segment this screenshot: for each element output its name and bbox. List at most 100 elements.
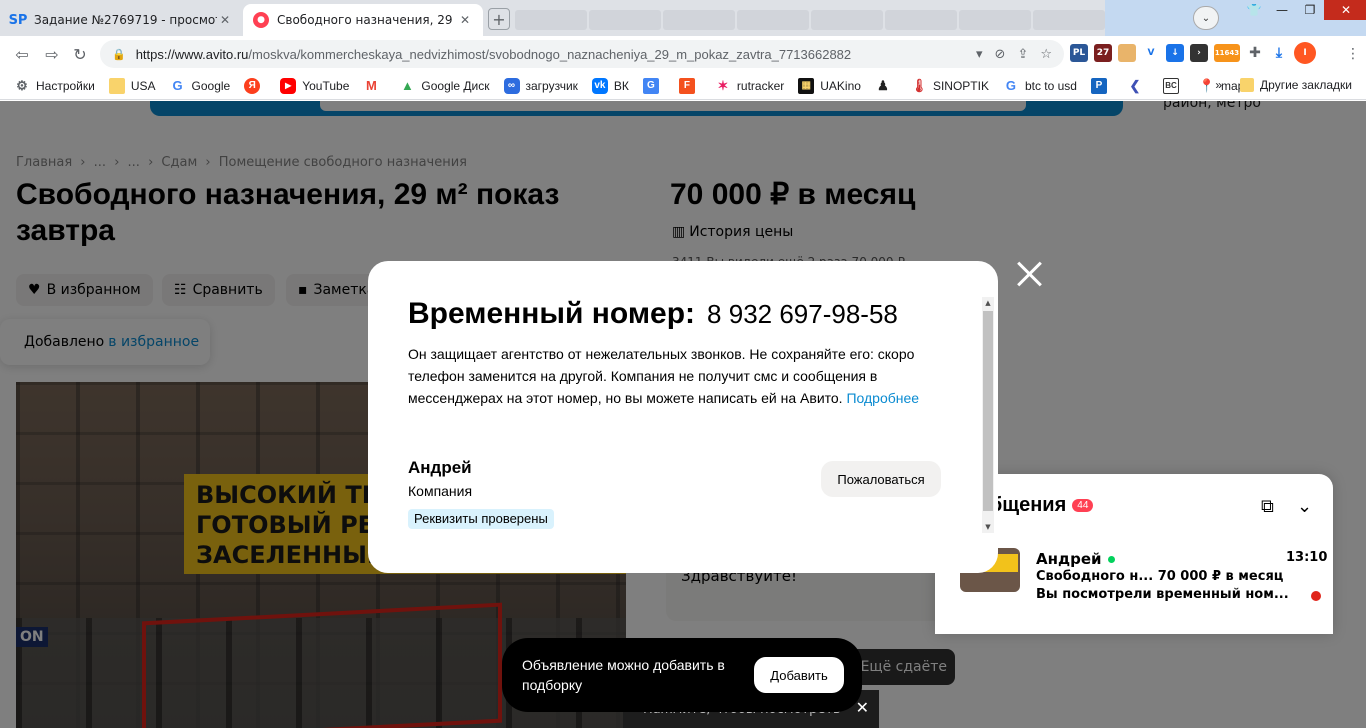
avito-favicon-icon: ● (253, 12, 269, 28)
unread-dot (1311, 591, 1321, 601)
bookmark-label: Google (191, 78, 231, 93)
scroll-down-icon[interactable]: ▼ (982, 521, 994, 533)
unread-count-badge: 44 (1072, 499, 1094, 512)
background-tabs[interactable] (515, 4, 1105, 36)
chat-time: 13:10 (1286, 550, 1328, 565)
bookmark-rutracker[interactable]: ✶ rutracker (715, 78, 784, 94)
menu-kebab-icon[interactable]: ⋮ (1346, 46, 1360, 62)
close-modal-icon[interactable] (1014, 258, 1046, 290)
bookmark-btc[interactable]: Gbtc to usd (1003, 78, 1077, 94)
folder-icon (108, 77, 125, 94)
bookmark-p[interactable]: P (1090, 77, 1113, 94)
online-status-dot (1107, 555, 1115, 563)
bookmark-chess[interactable]: ♟ (875, 78, 897, 94)
other-bookmarks-label: Другие закладки (1260, 78, 1352, 92)
more-info-link[interactable]: Подробнее (846, 390, 919, 406)
p-icon: P (1090, 77, 1107, 94)
maximize-button[interactable]: ❐ (1296, 0, 1324, 20)
terminal-extension-icon[interactable]: › (1190, 44, 1208, 62)
bookmark-google[interactable]: G Google (170, 78, 231, 94)
contact-name-text: Андрей (1036, 550, 1102, 568)
url-text[interactable]: https://www.avito.ru/moskva/kommercheska… (136, 47, 976, 62)
chevron-down-icon[interactable]: ⌄ (1297, 496, 1312, 517)
v-extension-icon[interactable]: V (1142, 44, 1160, 62)
bookmark-translate[interactable]: G (642, 77, 665, 94)
downloads-icon[interactable]: ⤓ (1270, 44, 1288, 62)
collection-toast: Объявление можно добавить в подборку Доб… (502, 638, 862, 712)
bookmark-settings[interactable]: ⚙ Настройки (14, 78, 95, 94)
bitcoin-extension-icon[interactable]: 11643 (1214, 44, 1240, 62)
url-host: https://www.avito.ru (135, 46, 249, 62)
bookmark-uakino[interactable]: ▦ UAKino (798, 77, 861, 94)
lock-icon[interactable]: 🔒 (112, 48, 126, 61)
seller-name[interactable]: Андрей (408, 458, 472, 478)
verified-badge: Реквизиты проверены (408, 509, 554, 529)
tab-task[interactable]: SP Задание №2769719 - просмотр за ✕ (0, 4, 243, 36)
add-to-collection-button[interactable]: Добавить (754, 657, 844, 693)
blocked-icon[interactable]: ⊘ (995, 47, 1006, 62)
face-extension-icon[interactable] (1118, 44, 1136, 62)
bookmark-f[interactable]: F (678, 77, 701, 94)
f-icon: F (678, 77, 695, 94)
maps-icon: 📍 (1198, 77, 1216, 93)
reload-icon[interactable]: ↻ (70, 44, 90, 64)
temporary-phone-number[interactable]: 8 932 697-98-58 (707, 299, 898, 330)
close-tab-icon[interactable]: ✕ (217, 13, 233, 27)
close-window-button[interactable]: ✕ (1324, 0, 1366, 20)
bookmark-youtube[interactable]: ▶ YouTube (280, 77, 349, 94)
bookmark-drive[interactable]: ▲ Google Диск (399, 78, 490, 94)
star-icon[interactable]: ☆ (1040, 47, 1052, 62)
chat-contact-name[interactable]: Андрей (1036, 550, 1115, 568)
modal-description: Он защищает агентство от нежелательных з… (408, 343, 938, 409)
bookmark-arrow[interactable]: ❮ (1127, 78, 1149, 94)
chat-last-message[interactable]: Вы посмотрели временный ном... (1036, 587, 1289, 602)
chat-listing-summary[interactable]: Свободного н... 70 000 ₽ в месяц (1036, 569, 1283, 584)
close-icon[interactable]: ✕ (856, 698, 869, 717)
new-tab-button[interactable]: + (488, 8, 510, 30)
close-tab-icon[interactable]: ✕ (457, 13, 473, 27)
bookmark-sinoptik[interactable]: 🌡 SINOPTIK (911, 78, 989, 94)
other-bookmarks[interactable]: » Другие закладки (1215, 78, 1352, 92)
bookmark-gmail[interactable]: M (363, 78, 385, 94)
share-icon[interactable]: ⇪ (1017, 47, 1028, 62)
modal-heading-label: Временный номер: (408, 297, 696, 330)
address-bar[interactable]: 🔒 https://www.avito.ru/moskva/kommerches… (100, 40, 1064, 68)
vpn-extension-icon[interactable]: PL (1070, 44, 1088, 62)
google-icon: G (172, 78, 183, 93)
scroll-thumb[interactable] (983, 311, 993, 511)
report-button[interactable]: Пожаловаться (821, 461, 941, 497)
bookmark-loader[interactable]: ∞ загрузчик (503, 77, 578, 94)
modal-scrollbar[interactable]: ▲ ▼ (982, 297, 994, 533)
bookmark-label: SINOPTIK (932, 78, 989, 93)
dropdown-icon[interactable]: ▾ (976, 47, 983, 62)
bookmark-label: USA (130, 78, 156, 93)
description-text: Он защищает агентство от нежелательных з… (408, 346, 915, 406)
temporary-number-modal: Временный номер: 8 932 697-98-58 Он защи… (368, 261, 998, 573)
bookmark-usa[interactable]: USA (108, 77, 156, 94)
tshirt-icon[interactable]: 👕 (1240, 0, 1268, 20)
browser-toolbar: ⇦ ⇨ ↻ 🔒 https://www.avito.ru/moskva/komm… (0, 36, 1366, 72)
thermometer-icon: 🌡 (910, 77, 928, 93)
download-extension-icon[interactable]: ↓ (1166, 44, 1184, 62)
collection-toast-text: Объявление можно добавить в подборку (522, 657, 725, 693)
minimize-button[interactable]: — (1268, 0, 1296, 20)
tab-search-button[interactable]: ⌄ (1193, 6, 1219, 30)
tab-avito[interactable]: ● Свободного назначения, 29 м² пок ✕ (243, 4, 483, 36)
calendar-extension-icon[interactable]: 27 (1094, 44, 1112, 62)
scroll-up-icon[interactable]: ▲ (982, 297, 994, 309)
forward-arrow-icon[interactable]: ⇨ (42, 44, 62, 64)
youtube-icon: ▶ (280, 77, 297, 94)
bookmark-vk[interactable]: vk ВК (591, 77, 629, 94)
bookmark-yandex[interactable]: Я (244, 77, 266, 94)
more-bookmarks-chevron[interactable]: » (1215, 78, 1222, 92)
bookmark-label: Google Диск (421, 78, 490, 93)
puzzle-icon[interactable]: ✚ (1246, 44, 1264, 62)
bookmark-bc[interactable]: BC (1162, 77, 1185, 94)
open-external-icon[interactable]: ⧉ (1261, 496, 1274, 517)
profile-avatar[interactable]: I (1294, 42, 1316, 64)
film-icon: ▦ (798, 77, 815, 94)
tab-strip: SP Задание №2769719 - просмотр за ✕ ● Св… (0, 0, 1366, 36)
google-icon: G (1005, 78, 1017, 93)
bookmark-label: btc to usd (1024, 78, 1077, 93)
back-arrow-icon[interactable]: ⇦ (12, 44, 32, 64)
